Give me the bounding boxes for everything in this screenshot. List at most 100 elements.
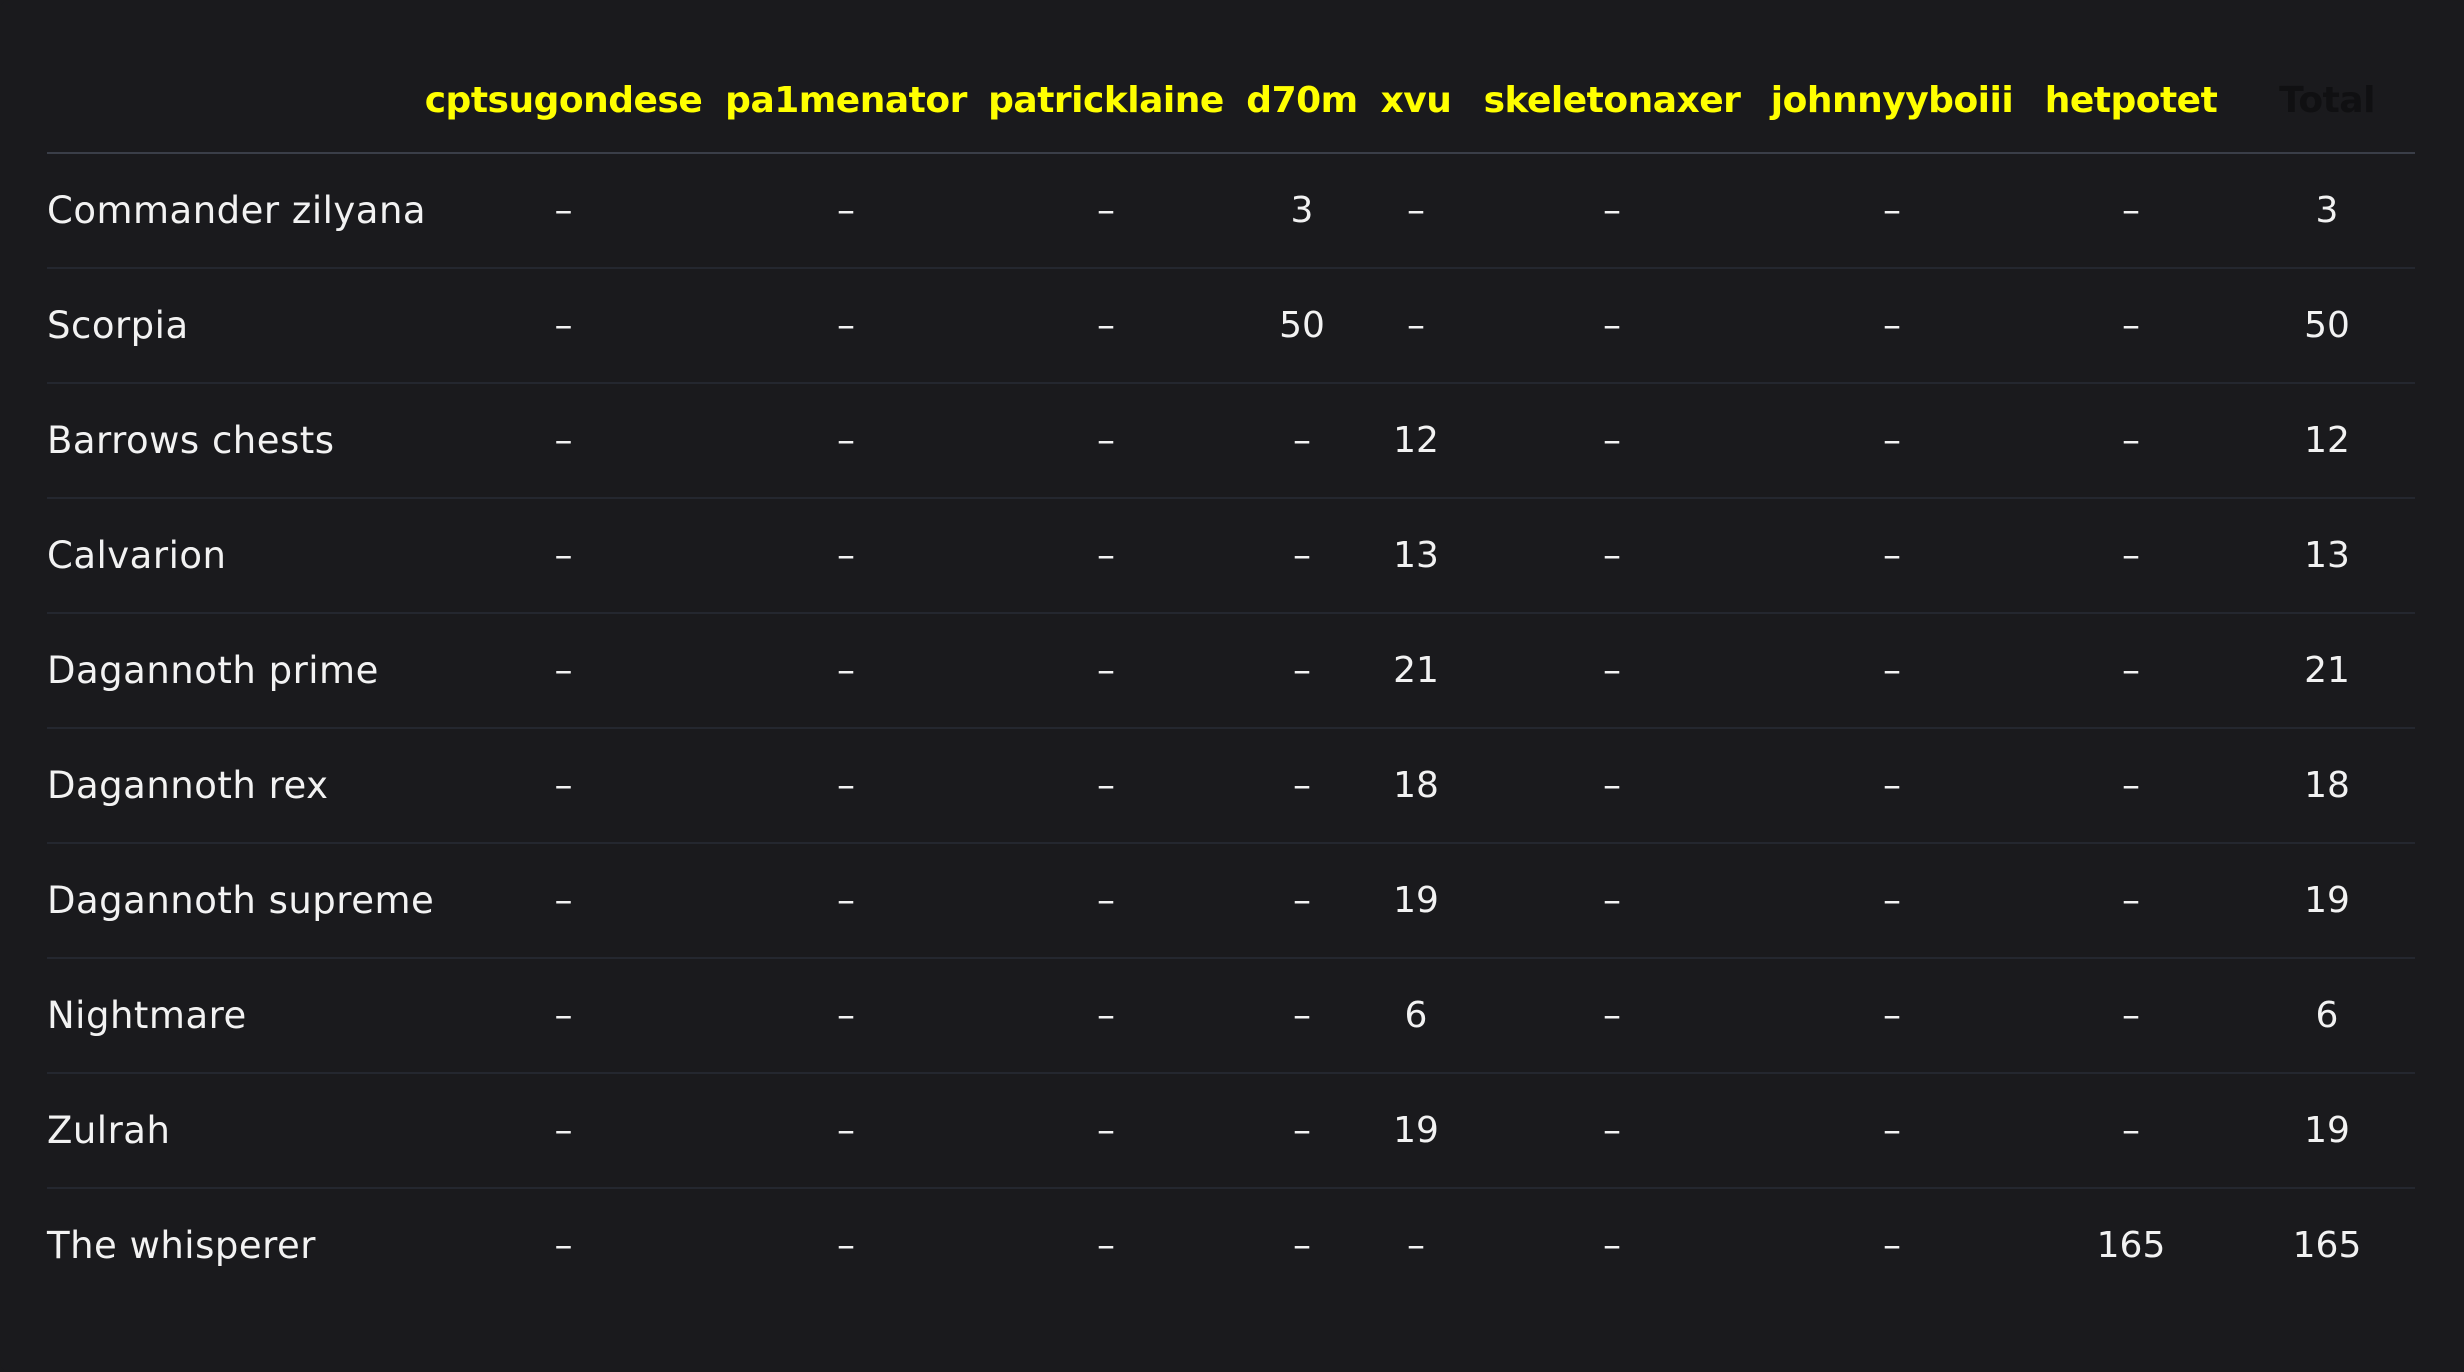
kill-count-cell: 12: [1369, 383, 1463, 499]
kill-count-cell: –: [1463, 958, 1761, 1074]
table-row: Zulrah – – – –19– – –19: [47, 1073, 2415, 1189]
kill-count-cell: –: [412, 153, 715, 269]
total-cell: 6: [2239, 958, 2415, 1074]
boss-name-cell: Dagannoth prime: [47, 613, 412, 729]
kill-count-cell: –: [2023, 1073, 2239, 1189]
table-row: Scorpia – – –50– – – –50: [47, 268, 2415, 384]
kill-count-cell: –: [412, 1073, 715, 1189]
kill-count-cell: –: [2023, 153, 2239, 269]
player-header-cptsugondese: cptsugondese: [412, 48, 715, 154]
kill-count-cell: –: [1761, 153, 2023, 269]
player-header-skeletonaxer: skeletonaxer: [1463, 48, 1761, 154]
kill-count-cell: –: [1761, 1073, 2023, 1189]
table-row: Calvarion – – – –13– – –13: [47, 498, 2415, 614]
kill-count-cell: –: [1883, 1225, 1901, 1266]
kill-count-cell: –: [977, 153, 1235, 269]
kill-count-cell: –: [715, 613, 977, 729]
kill-count-cell: –: [412, 383, 715, 499]
kill-count-cell: 50: [1235, 268, 1369, 384]
boss-name-cell: Dagannoth rex: [47, 728, 412, 844]
total-cell: 13: [2239, 498, 2415, 614]
table-row: The whisperer – – – – – – – 165 165: [47, 1188, 2415, 1302]
kill-count-cell: –: [1235, 1073, 1369, 1189]
table-body: Commander zilyana – – –3– – – –3 Scorpia – – –50– –…: [47, 153, 2415, 1302]
kill-count-cell: –: [1761, 958, 2023, 1074]
kill-count-cell: –: [412, 728, 715, 844]
kill-count-cell: –: [2023, 383, 2239, 499]
player-header-pa1menator: pa1menator: [715, 48, 977, 154]
kill-count-cell: –: [1761, 498, 2023, 614]
boss-name-cell: Barrows chests: [47, 383, 412, 499]
kill-count-cell: –: [977, 1073, 1235, 1189]
kill-count-cell: –: [1761, 728, 2023, 844]
kill-count-cell: –: [1463, 383, 1761, 499]
kill-count-cell: 18: [1369, 728, 1463, 844]
boss-name-cell: The whisperer: [47, 1224, 316, 1267]
table-row: Nightmare – – – –6– – –6: [47, 958, 2415, 1074]
kill-count-cell: –: [1235, 383, 1369, 499]
total-cell: 12: [2239, 383, 2415, 499]
kill-count-cell: 19: [1369, 843, 1463, 959]
player-header-xvu: xvu: [1369, 48, 1463, 154]
boss-name-cell: Scorpia: [47, 268, 412, 384]
kill-count-cell: –: [1235, 958, 1369, 1074]
total-cell: 50: [2239, 268, 2415, 384]
kill-count-cell: –: [1761, 268, 2023, 384]
kill-count-cell: –: [1463, 153, 1761, 269]
kill-count-cell: –: [2023, 613, 2239, 729]
kill-count-cell: –: [412, 268, 715, 384]
kill-count-cell: –: [554, 1225, 573, 1266]
kill-count-cell: –: [977, 843, 1235, 959]
kill-count-cell: –: [2023, 498, 2239, 614]
kill-count-cell: –: [1761, 383, 2023, 499]
table-row: Barrows chests – – – –12– – –12: [47, 383, 2415, 499]
kill-count-cell: –: [1407, 1225, 1425, 1266]
total-cell: 18: [2239, 728, 2415, 844]
kill-count-cell: –: [1603, 1225, 1621, 1266]
kill-count-cell: 6: [1369, 958, 1463, 1074]
kill-count-cell: 165: [2096, 1225, 2166, 1266]
kill-count-cell: –: [977, 958, 1235, 1074]
kill-count-cell: –: [715, 958, 977, 1074]
total-cell: 19: [2239, 843, 2415, 959]
table-row: Dagannoth prime – – – –21– – –21: [47, 613, 2415, 729]
kill-count-cell: –: [977, 498, 1235, 614]
kill-count-cell: –: [1761, 613, 2023, 729]
player-header-johnnyyboiii: johnnyyboiii: [1761, 48, 2023, 154]
table-row: Commander zilyana – – –3– – – –3: [47, 153, 2415, 269]
kill-count-cell: –: [2023, 268, 2239, 384]
kill-count-cell: –: [2023, 728, 2239, 844]
boss-name-cell: Zulrah: [47, 1073, 412, 1189]
kill-count-cell: –: [977, 268, 1235, 384]
kill-count-cell: –: [1369, 268, 1463, 384]
kill-count-cell: –: [715, 268, 977, 384]
kill-count-cell: –: [1463, 1073, 1761, 1189]
kill-count-cell: –: [1235, 843, 1369, 959]
total-cell: 165: [2292, 1225, 2362, 1266]
kill-count-cell: –: [715, 498, 977, 614]
kill-count-cell: –: [715, 153, 977, 269]
kill-count-cell: –: [1463, 843, 1761, 959]
total-cell: 21: [2239, 613, 2415, 729]
kill-count-cell: –: [2023, 843, 2239, 959]
kill-count-cell: –: [977, 728, 1235, 844]
kill-count-panel: cptsugondese pa1menator patricklaine d70…: [0, 0, 2464, 1372]
table-row: Dagannoth rex – – – –18– – –18: [47, 728, 2415, 844]
kill-count-cell: –: [1463, 613, 1761, 729]
kill-count-table: cptsugondese pa1menator patricklaine d70…: [47, 48, 2415, 1302]
total-header: Total: [2239, 48, 2415, 154]
kill-count-cell: –: [977, 383, 1235, 499]
kill-count-cell: –: [837, 1225, 855, 1266]
kill-count-cell: –: [1463, 498, 1761, 614]
kill-count-cell: –: [1235, 728, 1369, 844]
corner-header: [47, 48, 412, 154]
kill-count-cell: –: [1293, 1225, 1311, 1266]
total-cell: 19: [2239, 1073, 2415, 1189]
kill-count-cell: –: [715, 383, 977, 499]
kill-count-cell: 13: [1369, 498, 1463, 614]
kill-count-cell: –: [715, 843, 977, 959]
kill-count-cell: –: [977, 613, 1235, 729]
kill-count-cell: –: [1097, 1225, 1115, 1266]
boss-name-cell: Calvarion: [47, 498, 412, 614]
kill-count-cell: –: [1463, 728, 1761, 844]
